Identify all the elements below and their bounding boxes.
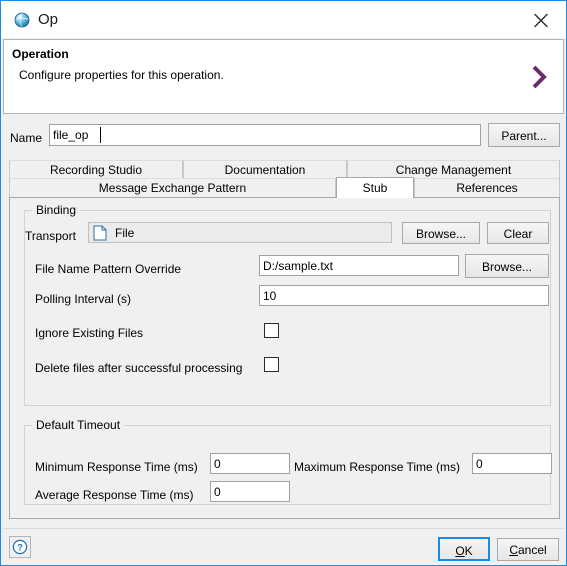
svg-text:?: ?	[17, 543, 23, 553]
cancel-button-mnemonic: C	[509, 543, 518, 557]
transport-clear-button[interactable]: Clear	[487, 222, 549, 244]
ok-button-mnemonic: O	[455, 544, 465, 558]
average-response-time-label: Average Response Time (ms)	[35, 488, 194, 502]
minimum-response-time-input[interactable]	[210, 453, 290, 474]
ignore-existing-files-label: Ignore Existing Files	[35, 326, 144, 340]
tab-row-2: Message Exchange Pattern Stub References	[9, 177, 560, 198]
transport-value-text: File	[115, 226, 135, 240]
chevron-right-icon	[527, 62, 551, 92]
name-input[interactable]	[49, 124, 481, 146]
maximum-response-time-label: Maximum Response Time (ms)	[294, 460, 461, 474]
header-description: Configure properties for this operation.	[19, 68, 224, 82]
delete-files-after-processing-checkbox[interactable]	[264, 357, 279, 372]
globe-icon	[14, 12, 30, 28]
dialog-header: Operation Configure properties for this …	[3, 39, 564, 114]
operation-dialog: Op Operation Configure properties for th…	[0, 0, 567, 566]
tab-row-1: Recording Studio Documentation Change Ma…	[9, 160, 560, 179]
footer-separator	[3, 528, 564, 529]
transport-label: Transport	[25, 229, 76, 243]
text-caret	[100, 127, 101, 143]
stub-tab-panel: Binding Transport File Browse... Clear F…	[9, 197, 560, 519]
ok-button[interactable]: OK	[438, 537, 490, 561]
polling-interval-input[interactable]	[259, 285, 549, 306]
file-document-icon	[93, 225, 107, 241]
file-name-pattern-override-label: File Name Pattern Override	[35, 262, 182, 276]
tab-stub[interactable]: Stub	[336, 177, 414, 198]
parent-button[interactable]: Parent...	[488, 123, 560, 147]
ok-button-label: K	[464, 544, 473, 558]
header-title: Operation	[12, 47, 69, 61]
cancel-button[interactable]: Cancel	[497, 538, 559, 561]
file-name-pattern-override-input[interactable]	[259, 255, 459, 276]
file-name-pattern-browse-button[interactable]: Browse...	[465, 254, 549, 278]
delete-files-after-processing-label: Delete files after successful processing	[35, 361, 243, 375]
window-title: Op	[38, 11, 59, 28]
tab-recording-studio[interactable]: Recording Studio	[9, 160, 183, 179]
minimum-response-time-label: Minimum Response Time (ms)	[35, 460, 198, 474]
transport-browse-button[interactable]: Browse...	[402, 222, 480, 244]
title-bar: Op	[1, 1, 566, 38]
polling-interval-label: Polling Interval (s)	[35, 292, 132, 306]
tab-message-exchange-pattern[interactable]: Message Exchange Pattern	[9, 178, 336, 197]
default-timeout-group-title: Default Timeout	[32, 418, 125, 432]
tab-references[interactable]: References	[414, 178, 560, 197]
binding-group-title: Binding	[32, 203, 81, 217]
name-label: Name	[10, 131, 43, 145]
help-question-icon[interactable]: ?	[9, 536, 31, 558]
cancel-button-label: ancel	[517, 543, 547, 557]
tab-documentation[interactable]: Documentation	[183, 160, 347, 179]
ignore-existing-files-checkbox[interactable]	[264, 323, 279, 338]
close-icon[interactable]	[524, 7, 558, 33]
maximum-response-time-input[interactable]	[472, 453, 552, 474]
average-response-time-input[interactable]	[210, 481, 290, 502]
